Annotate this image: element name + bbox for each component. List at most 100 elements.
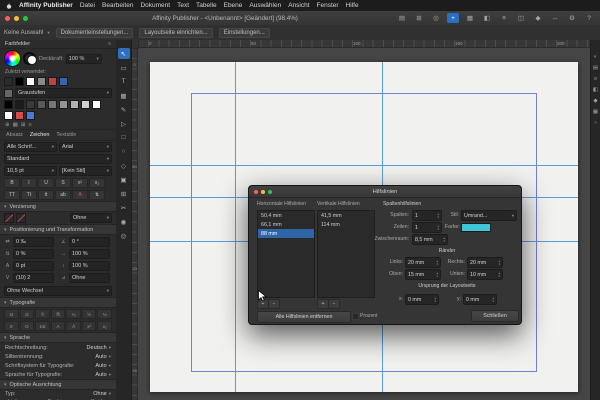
baseline-mode-select[interactable]: Ohne Wechsel bbox=[4, 286, 112, 296]
language-row-select[interactable]: Auto bbox=[95, 363, 111, 369]
percent-checkbox[interactable] bbox=[352, 313, 359, 320]
horizontal-ruler[interactable]: 0 50 100 150 200 bbox=[138, 40, 590, 48]
decoration-stroke-well[interactable] bbox=[16, 213, 26, 223]
recent-color-swatch[interactable] bbox=[48, 77, 57, 86]
toolbar-icon[interactable]: ◆ bbox=[532, 13, 544, 23]
positioning-field[interactable]: 100 % bbox=[69, 261, 110, 271]
toolbar-icon[interactable]: ⊞ bbox=[413, 13, 425, 23]
palette-color-swatch[interactable] bbox=[37, 100, 46, 109]
menu-item[interactable]: Ebene bbox=[224, 2, 243, 9]
positioning-field[interactable]: 0 pt bbox=[13, 261, 54, 271]
toolbar-icon[interactable]: ◧ bbox=[481, 13, 493, 23]
language-row-select[interactable]: Deutsch bbox=[87, 345, 111, 351]
text-style-select[interactable]: [Kein Stil] bbox=[59, 166, 112, 176]
positioning-field[interactable]: 0 % bbox=[13, 249, 54, 259]
toolbar-icon[interactable]: ⚙ bbox=[566, 13, 578, 23]
typography-button[interactable]: x² bbox=[81, 321, 97, 331]
toolbar-icon[interactable]: ◫ bbox=[515, 13, 527, 23]
zoom-window-button[interactable] bbox=[23, 15, 28, 21]
stepper-icon[interactable] bbox=[492, 297, 494, 303]
guide-color-swatch[interactable] bbox=[461, 223, 491, 232]
panel-menu-icon[interactable]: ≡ bbox=[108, 41, 111, 47]
language-section-header[interactable]: Sprache bbox=[0, 332, 116, 343]
swatches-studio-icon[interactable]: ▤ bbox=[593, 65, 598, 71]
typography-button[interactable]: ffi bbox=[50, 309, 66, 319]
color-studio-icon[interactable]: ◐ bbox=[594, 54, 597, 60]
palette-color-swatch[interactable] bbox=[15, 111, 24, 120]
swatch-option-icon[interactable]: ⊕ bbox=[5, 122, 10, 128]
minimize-window-button[interactable] bbox=[14, 15, 19, 21]
remove-all-guides-button[interactable]: Alle Hilfslinien entfernen bbox=[257, 311, 351, 323]
stepper-icon[interactable] bbox=[437, 225, 439, 231]
table-tool[interactable]: ▦ bbox=[118, 90, 130, 101]
palette-color-swatch[interactable] bbox=[26, 100, 35, 109]
palette-color-swatch[interactable] bbox=[4, 100, 13, 109]
menu-item[interactable]: Bearbeiten bbox=[102, 2, 133, 9]
typography-button[interactable]: 1st bbox=[35, 321, 50, 331]
shape-tool[interactable]: ◇ bbox=[118, 160, 130, 171]
format-button[interactable]: TT bbox=[4, 190, 20, 200]
vertical-guides-list[interactable]: 41,5 mm 114 mm bbox=[317, 210, 375, 298]
vertical-guide[interactable] bbox=[235, 62, 236, 392]
text-panel-tab[interactable]: Textstile bbox=[56, 132, 76, 138]
toolbar-icon[interactable]: ≡ bbox=[498, 13, 510, 23]
picture-frame-tool[interactable]: ▣ bbox=[118, 174, 130, 185]
place-image-tool[interactable]: ⊞ bbox=[118, 188, 130, 199]
swatch-option-icon[interactable]: ⊞ bbox=[21, 122, 26, 128]
navigator-studio-icon[interactable]: ○ bbox=[594, 120, 597, 126]
menu-item[interactable]: Datei bbox=[80, 2, 95, 9]
stepper-icon[interactable] bbox=[436, 260, 438, 266]
menu-item[interactable]: Ansicht bbox=[288, 2, 309, 9]
toolbar-icon[interactable]: + bbox=[447, 13, 459, 23]
artistic-text-tool[interactable]: T bbox=[118, 76, 130, 87]
decoration-fill-well[interactable] bbox=[4, 213, 14, 223]
menu-item[interactable]: Tabelle bbox=[196, 2, 217, 9]
typography-button[interactable]: ½ bbox=[81, 309, 97, 319]
format-button[interactable]: Tt bbox=[21, 190, 37, 200]
positioning-field[interactable]: 0 ° bbox=[69, 237, 110, 247]
optical-alignment-section-header[interactable]: Optische Ausrichtung bbox=[0, 379, 116, 390]
typography-button[interactable]: O bbox=[19, 321, 35, 331]
format-button[interactable]: U bbox=[38, 178, 54, 188]
typography-button[interactable]: A bbox=[50, 321, 66, 331]
typography-button[interactable]: ct bbox=[19, 309, 35, 319]
menu-item[interactable]: Dokument bbox=[140, 2, 170, 9]
context-toolbar-button[interactable]: Einstellungen... bbox=[218, 27, 270, 38]
stepper-icon[interactable] bbox=[498, 272, 500, 278]
ellipse-tool[interactable]: ○ bbox=[118, 146, 130, 157]
typography-button[interactable]: Ä bbox=[66, 321, 81, 331]
stepper-icon[interactable] bbox=[436, 272, 438, 278]
positioning-section-header[interactable]: Positionierung und Transformation bbox=[0, 224, 116, 235]
recent-color-swatch[interactable] bbox=[26, 77, 35, 86]
stepper-icon[interactable] bbox=[498, 260, 500, 266]
dialog-titlebar[interactable]: Hilfslinien bbox=[249, 186, 521, 198]
typography-button[interactable]: ⅓ bbox=[97, 309, 113, 319]
gutter-field[interactable]: 8,5 mm bbox=[412, 234, 448, 245]
origin-y-field[interactable]: 0 mm bbox=[463, 294, 497, 305]
remove-horizontal-guide-button[interactable]: − bbox=[268, 299, 280, 309]
typography-button[interactable]: st bbox=[4, 309, 19, 319]
pen-tool[interactable]: ✎ bbox=[118, 104, 130, 115]
move-tool[interactable]: ↖ bbox=[117, 48, 130, 59]
menu-item[interactable]: Auswählen bbox=[249, 2, 281, 9]
typography-section-header[interactable]: Typografie bbox=[0, 297, 116, 308]
format-button[interactable]: S bbox=[55, 178, 71, 188]
font-family-select[interactable]: Arial bbox=[59, 142, 112, 152]
format-button[interactable]: ⇅ bbox=[89, 190, 105, 200]
color-picker-tool[interactable]: ◉ bbox=[118, 216, 130, 227]
text-panel-tab[interactable]: Zeichen bbox=[30, 132, 50, 138]
toolbar-icon[interactable]: ? bbox=[583, 13, 595, 23]
format-button[interactable]: tt bbox=[38, 190, 54, 200]
optical-type-select[interactable]: Ohne bbox=[93, 391, 111, 397]
stepper-icon[interactable] bbox=[443, 237, 445, 243]
recent-color-swatch[interactable] bbox=[15, 77, 24, 86]
assets-studio-icon[interactable]: ▦ bbox=[593, 109, 598, 115]
palette-color-swatch[interactable] bbox=[4, 111, 13, 120]
toolbar-icon[interactable]: ◎ bbox=[430, 13, 442, 23]
guide-list-item[interactable]: 50,4 mm bbox=[258, 211, 314, 220]
toolbar-icon[interactable]: ↔ bbox=[549, 13, 561, 23]
format-button[interactable]: ab bbox=[55, 190, 71, 200]
recent-color-swatch[interactable] bbox=[59, 77, 68, 86]
decoration-select[interactable]: Ohne bbox=[70, 213, 112, 223]
typography-button[interactable]: ¼ bbox=[66, 309, 81, 319]
